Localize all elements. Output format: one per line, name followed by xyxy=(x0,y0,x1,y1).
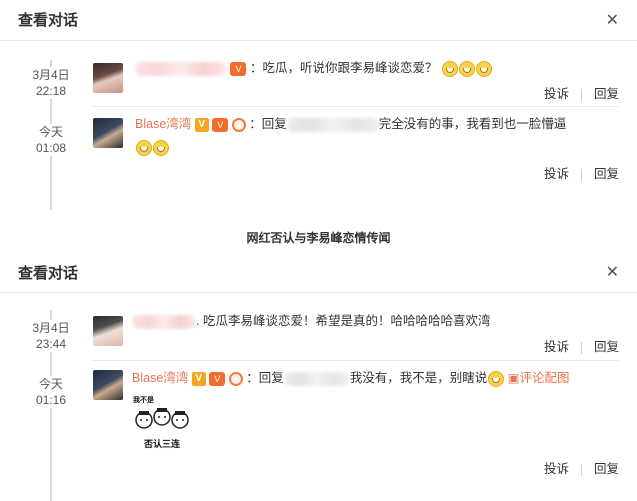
panel-title: 查看对话 xyxy=(18,12,79,29)
message-actions: 投诉 回复 xyxy=(544,163,619,182)
action-separator xyxy=(580,168,582,181)
message-divider xyxy=(92,360,619,361)
report-link[interactable]: 投诉 xyxy=(544,167,569,181)
timestamp-time: 01:16 xyxy=(35,393,67,407)
avatar[interactable] xyxy=(93,63,123,93)
close-icon[interactable]: ✕ xyxy=(606,265,619,281)
message-line: Blase湾湾 V V ：回复 完全没有的事，我看到也一脸懵逼 xyxy=(135,115,566,133)
comment-image-link[interactable]: ▣评论配图 xyxy=(508,371,570,385)
timestamp-time: 01:08 xyxy=(35,141,67,155)
redacted-username xyxy=(286,117,379,132)
grin-emoji-icon xyxy=(475,60,492,77)
timestamp: 3月4日 23:44 xyxy=(25,320,77,352)
panel-title: 查看对话 xyxy=(18,265,79,282)
meme-caption: 否认三连 xyxy=(143,439,180,449)
badge-ring-icon xyxy=(231,117,246,132)
vip-badge-icon: V xyxy=(209,371,226,386)
reply-link[interactable]: 回复 xyxy=(594,167,619,181)
laugh-cry-emoji-icon xyxy=(153,139,169,156)
author-name[interactable]: Blase湾湾 xyxy=(135,117,191,131)
header-divider xyxy=(0,292,637,293)
timestamp-time: 22:18 xyxy=(35,84,67,98)
timestamp-date: 3月4日 xyxy=(32,68,70,82)
report-link[interactable]: 投诉 xyxy=(544,87,569,101)
reply-link[interactable]: 回复 xyxy=(594,340,619,354)
message-line: Blase湾湾 V V ：回复 我没有，我不是，别瞎说 ▣评论配图 xyxy=(132,369,570,387)
timestamp: 今天 01:08 xyxy=(25,124,77,156)
meme-top-text: 我不是 xyxy=(133,397,154,404)
vip-badge-icon: V xyxy=(230,61,247,76)
message-actions: 投诉 回复 xyxy=(544,336,619,355)
vip-badge-icon: V xyxy=(212,117,229,132)
conversation-panel-1: 查看对话 ✕ 3月4日 22:18 今天 01:08 V ：吃瓜，听说你跟李易峰… xyxy=(0,0,637,215)
action-separator xyxy=(580,88,582,101)
conversation-panel-2: 查看对话 ✕ 3月4日 23:44 今天 01:16 . 吃瓜李易峰谈恋爱！希望… xyxy=(0,252,637,501)
redacted-username xyxy=(135,61,227,76)
message-line: V ：吃瓜，听说你跟李易峰谈恋爱？ xyxy=(135,59,492,77)
grin-emoji-icon xyxy=(441,60,458,77)
report-link[interactable]: 投诉 xyxy=(544,462,569,476)
message-text: 我没有，我不是，别瞎说 xyxy=(349,371,488,385)
comment-image-label: 评论配图 xyxy=(519,371,570,385)
action-separator xyxy=(580,341,582,354)
reply-prefix: ：回复 xyxy=(246,371,284,385)
reply-link[interactable]: 回复 xyxy=(594,462,619,476)
report-link[interactable]: 投诉 xyxy=(544,340,569,354)
timestamp-time: 23:44 xyxy=(35,337,67,351)
laugh-cry-emoji-icon xyxy=(488,370,505,387)
timestamp-date: 今天 xyxy=(38,125,63,139)
verified-v-icon: V xyxy=(194,117,209,132)
avatar[interactable] xyxy=(93,118,123,148)
emoji-row xyxy=(135,138,169,156)
reply-link[interactable]: 回复 xyxy=(594,87,619,101)
close-icon[interactable]: ✕ xyxy=(606,13,619,29)
reply-prefix: ：回复 xyxy=(249,117,287,131)
redacted-username xyxy=(132,314,196,329)
message-line: . 吃瓜李易峰谈恋爱！希望是真的！哈哈哈哈哈喜欢湾 xyxy=(132,312,490,330)
meme-image[interactable]: 我不是 否认三连 xyxy=(130,395,194,451)
timestamp: 今天 01:16 xyxy=(25,376,77,408)
message-actions: 投诉 回复 xyxy=(544,458,619,477)
timestamp-date: 3月4日 xyxy=(32,321,70,335)
image-icon: ▣ xyxy=(507,371,520,385)
timestamp: 3月4日 22:18 xyxy=(25,67,77,99)
timestamp-date: 今天 xyxy=(38,377,63,391)
laugh-cry-emoji-icon xyxy=(136,139,152,156)
message-text: . 吃瓜李易峰谈恋爱！希望是真的！哈哈哈哈哈喜欢湾 xyxy=(196,314,491,328)
message-actions: 投诉 回复 xyxy=(544,83,619,102)
message-divider xyxy=(92,106,619,107)
avatar[interactable] xyxy=(93,370,123,400)
caption: 网红否认与李易峰恋情传闻 xyxy=(246,231,391,245)
grin-emoji-icon xyxy=(458,60,475,77)
verified-v-icon: V xyxy=(191,371,206,386)
message-text: 完全没有的事，我看到也一脸懵逼 xyxy=(378,117,567,131)
avatar[interactable] xyxy=(93,316,123,346)
header-divider xyxy=(0,40,637,41)
redacted-username xyxy=(283,371,350,386)
author-name[interactable]: Blase湾湾 xyxy=(132,371,188,385)
badge-ring-icon xyxy=(228,371,243,386)
action-separator xyxy=(580,463,582,476)
message-text: ：吃瓜，听说你跟李易峰谈恋爱？ xyxy=(249,61,438,75)
